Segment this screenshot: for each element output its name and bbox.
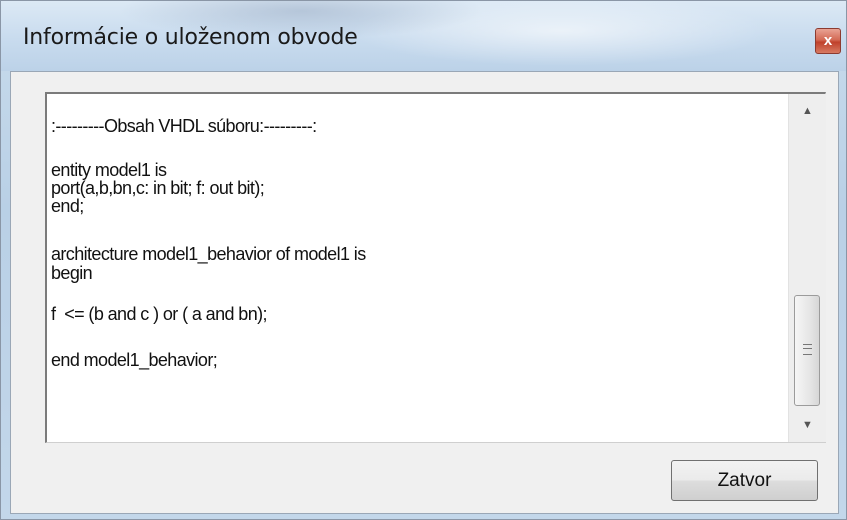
text-line: end model1_behavior; [51,350,218,370]
scroll-down-arrow-icon[interactable]: ▼ [789,408,826,442]
vhdl-text[interactable]: :---------Obsah VHDL súboru:---------: e… [51,98,786,438]
text-line: port(a,b,bn,c: in bit; f: out bit); [51,178,265,198]
scroll-up-arrow-icon[interactable]: ▲ [789,94,826,128]
dialog-body: :---------Obsah VHDL súboru:---------: e… [10,71,839,514]
vhdl-content-textbox[interactable]: :---------Obsah VHDL súboru:---------: e… [45,92,826,443]
text-line: entity model1 is [51,160,167,180]
grip-icon [803,344,812,355]
dialog-window: Informácie o uloženom obvode x :--------… [0,0,847,520]
text-line: :---------Obsah VHDL súboru:---------: [51,116,317,136]
close-window-button[interactable]: x [815,28,841,54]
title-bar[interactable]: Informácie o uloženom obvode x [1,1,846,71]
window-title: Informácie o uloženom obvode [23,25,358,50]
text-line: f <= (b and c ) or ( a and bn); [51,304,268,324]
text-line: end; [51,196,84,216]
vertical-scrollbar[interactable]: ▲ ▼ [788,94,826,442]
scrollbar-thumb[interactable] [794,295,820,406]
text-line: begin [51,263,93,283]
close-icon: x [823,32,833,49]
text-line: architecture model1_behavior of model1 i… [51,244,366,264]
close-button[interactable]: Zatvor [671,460,818,501]
